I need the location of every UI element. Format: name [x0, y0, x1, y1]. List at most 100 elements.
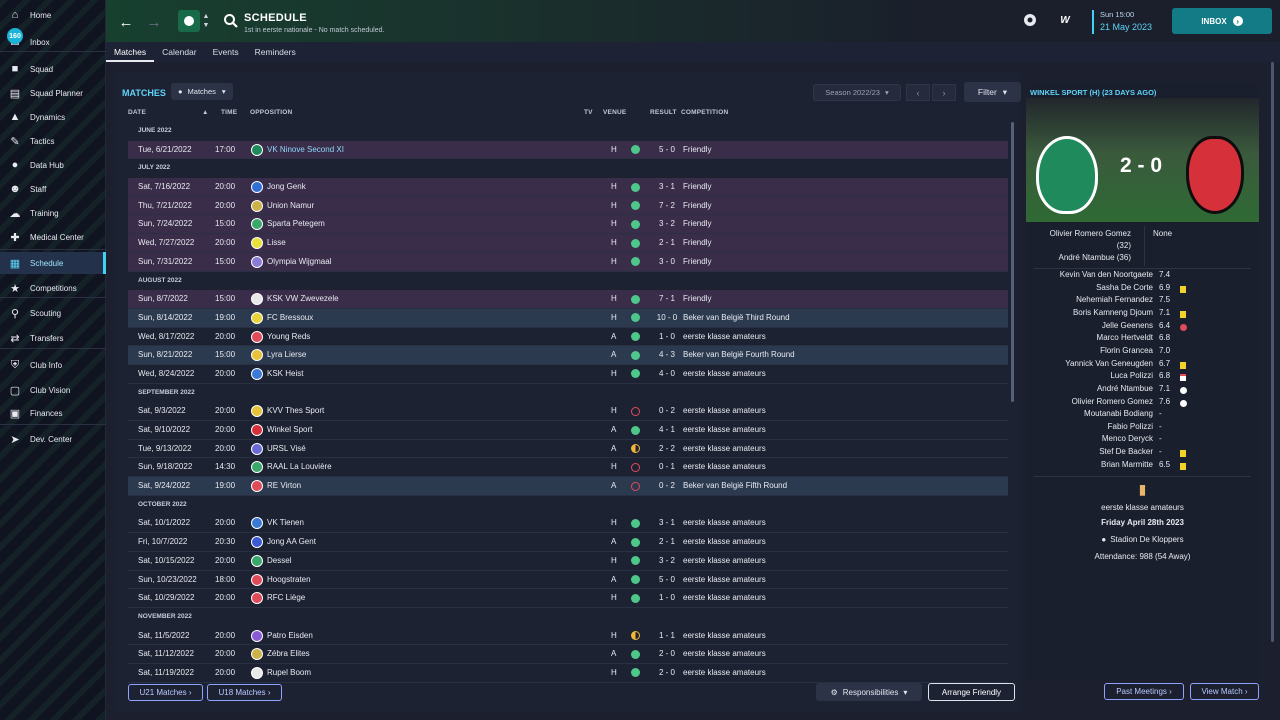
- opponent-crest-icon[interactable]: [251, 367, 263, 380]
- player-name[interactable]: André Ntambue: [1097, 384, 1153, 393]
- opponent-crest-icon[interactable]: [251, 199, 263, 212]
- filter-button[interactable]: Filter ▾: [964, 82, 1021, 102]
- opponent-crest-icon[interactable]: [251, 405, 263, 418]
- match-row[interactable]: Sat, 10/29/2022 20:00 RFC Liège H 1 - 0 eerst…: [128, 589, 1008, 608]
- sidebar-item-scouting[interactable]: ⚲ Scouting: [0, 302, 106, 324]
- col-header-tv[interactable]: TV: [584, 109, 593, 116]
- match-row[interactable]: Sun, 8/14/2022 19:00 FC Bressoux H 10 - 0 Bek…: [128, 308, 1008, 328]
- match-result[interactable]: 0 - 2: [652, 402, 682, 420]
- match-result[interactable]: 2 - 1: [652, 234, 682, 252]
- match-result[interactable]: 1 - 1: [652, 627, 682, 645]
- sidebar-item-data-hub[interactable]: ● Data Hub: [0, 154, 106, 176]
- match-result[interactable]: 3 - 2: [652, 552, 682, 570]
- match-result[interactable]: 2 - 0: [652, 645, 682, 663]
- player-name[interactable]: Brian Marmitte: [1101, 460, 1153, 469]
- match-result[interactable]: 3 - 1: [652, 514, 682, 532]
- opponent-name[interactable]: Young Reds: [267, 328, 310, 346]
- opponent-crest-icon[interactable]: [251, 349, 263, 362]
- match-row[interactable]: Sun, 9/18/2022 14:30 RAAL La Louvière H 0 - …: [128, 458, 1008, 478]
- opponent-name[interactable]: KSK VW Zwevezele: [267, 290, 339, 308]
- opponent-name[interactable]: Patro Eisden: [267, 627, 313, 645]
- player-name[interactable]: Florin Grancea: [1100, 346, 1153, 355]
- match-competition[interactable]: eerste klasse amateurs: [1026, 503, 1259, 512]
- player-name[interactable]: Nehemiah Fernandez: [1076, 295, 1153, 304]
- opponent-crest-icon[interactable]: [251, 255, 263, 268]
- opponent-name[interactable]: Sparta Petegem: [267, 215, 325, 233]
- player-name[interactable]: Luca Polizzi: [1110, 371, 1153, 380]
- club-switch-chevrons-icon[interactable]: ▲ ▼: [202, 12, 210, 32]
- opponent-name[interactable]: VK Ninove Second XI: [267, 141, 344, 159]
- u18-matches-button[interactable]: U18 Matches ›: [207, 684, 282, 701]
- opponent-crest-icon[interactable]: [251, 461, 263, 474]
- opponent-name[interactable]: Lyra Lierse: [267, 346, 306, 364]
- view-dropdown[interactable]: ● Matches ▾: [171, 83, 233, 100]
- col-header-venue[interactable]: VENUE: [603, 109, 626, 116]
- opponent-crest-icon[interactable]: [251, 218, 263, 231]
- player-name[interactable]: Boris Kamneng Djoum: [1073, 308, 1153, 317]
- opponent-name[interactable]: KVV Thes Sport: [267, 402, 324, 420]
- col-header-opposition[interactable]: OPPOSITION: [250, 109, 292, 116]
- match-result[interactable]: 0 - 2: [652, 477, 682, 495]
- opponent-crest-icon[interactable]: [251, 293, 263, 306]
- match-result[interactable]: 1 - 0: [652, 589, 682, 607]
- player-name[interactable]: Jelle Geenens: [1102, 321, 1153, 330]
- match-row[interactable]: Wed, 8/24/2022 20:00 KSK Heist H 4 - 0 eerste…: [128, 365, 1008, 384]
- opponent-crest-icon[interactable]: [251, 536, 263, 549]
- opponent-name[interactable]: VK Tienen: [267, 514, 304, 532]
- match-competition[interactable]: Friendly: [683, 234, 711, 252]
- match-result[interactable]: 3 - 2: [652, 215, 682, 233]
- match-result[interactable]: 7 - 2: [652, 197, 682, 215]
- match-competition[interactable]: eerste klasse amateurs: [683, 440, 766, 458]
- sidebar-item-staff[interactable]: ☻ Staff: [0, 178, 106, 200]
- match-row[interactable]: Sun, 7/24/2022 15:00 Sparta Petegem H 3 - 2F…: [128, 215, 1008, 235]
- match-competition[interactable]: eerste klasse amateurs: [683, 402, 766, 420]
- next-page-button[interactable]: ›: [932, 84, 956, 101]
- sidebar-item-finances[interactable]: ▣ Finances: [0, 402, 106, 424]
- opponent-crest-icon[interactable]: [251, 143, 263, 156]
- tab-calendar[interactable]: Calendar: [154, 42, 205, 62]
- opponent-name[interactable]: Jong Genk: [267, 178, 306, 196]
- opponent-crest-icon[interactable]: [251, 330, 263, 343]
- match-competition[interactable]: eerste klasse amateurs: [683, 552, 766, 570]
- forward-button[interactable]: →: [144, 12, 164, 32]
- player-name[interactable]: Marco Hertveldt: [1097, 333, 1153, 342]
- opponent-name[interactable]: RAAL La Louvière: [267, 458, 332, 476]
- match-row[interactable]: Sun, 8/7/2022 15:00 KSK VW Zwevezele H 7 - 1…: [128, 290, 1008, 309]
- match-result[interactable]: 2 - 0: [652, 664, 682, 682]
- opponent-name[interactable]: Olympia Wijgmaal: [267, 253, 331, 271]
- player-name[interactable]: Stef De Backer: [1099, 447, 1153, 456]
- match-summary-title[interactable]: WINKEL SPORT (H) (23 DAYS AGO): [1030, 88, 1156, 97]
- match-row[interactable]: Sat, 9/24/2022 19:00 RE Virton A 0 - 2 Beker …: [128, 477, 1008, 496]
- help-icon[interactable]: [1022, 12, 1038, 28]
- col-header-date[interactable]: DATE: [128, 109, 146, 116]
- player-name[interactable]: Olivier Romero Gomez: [1072, 397, 1153, 406]
- opponent-crest-icon[interactable]: [251, 442, 263, 455]
- prev-page-button[interactable]: ‹: [906, 84, 930, 101]
- match-result[interactable]: 2 - 2: [652, 440, 682, 458]
- match-result[interactable]: 4 - 1: [652, 421, 682, 439]
- col-header-result[interactable]: RESULT: [650, 109, 677, 116]
- sidebar-item-transfers[interactable]: ⇄ Transfers: [0, 327, 106, 349]
- match-row[interactable]: Sat, 11/12/2022 20:00 Zébra Elites A 2 - 0 ee…: [128, 645, 1008, 664]
- opponent-name[interactable]: Hoogstraten: [267, 571, 311, 589]
- season-dropdown[interactable]: Season 2022/23 ▾: [813, 84, 901, 101]
- match-competition[interactable]: Friendly: [683, 253, 711, 271]
- home-scorer-2[interactable]: André Ntambue (36): [1026, 253, 1131, 262]
- opponent-crest-icon[interactable]: [251, 592, 263, 605]
- match-result[interactable]: 0 - 1: [652, 458, 682, 476]
- match-row[interactable]: Wed, 7/27/2022 20:00 Lisse H 2 - 1 Friendly: [128, 234, 1008, 253]
- match-competition[interactable]: eerste klasse amateurs: [683, 328, 766, 346]
- player-name[interactable]: Yannick Van Geneugden: [1065, 359, 1153, 368]
- opponent-crest-icon[interactable]: [251, 311, 263, 324]
- opponent-crest-icon[interactable]: [251, 573, 263, 586]
- opponent-crest-icon[interactable]: [251, 629, 263, 642]
- home-scorer-1[interactable]: Olivier Romero Gomez: [1026, 229, 1131, 238]
- opponent-crest-icon[interactable]: [251, 554, 263, 567]
- opponent-crest-icon[interactable]: [251, 237, 263, 250]
- match-result[interactable]: 5 - 0: [652, 141, 682, 159]
- player-name[interactable]: Kevin Van den Noortgaete: [1060, 270, 1153, 279]
- match-competition[interactable]: eerste klasse amateurs: [683, 571, 766, 589]
- match-competition[interactable]: eerste klasse amateurs: [683, 589, 766, 607]
- match-row[interactable]: Sat, 11/19/2022 20:00 Rupel Boom H 2 - 0 eers…: [128, 664, 1008, 683]
- match-stadium[interactable]: ● Stadion De Kloppers: [1026, 535, 1259, 544]
